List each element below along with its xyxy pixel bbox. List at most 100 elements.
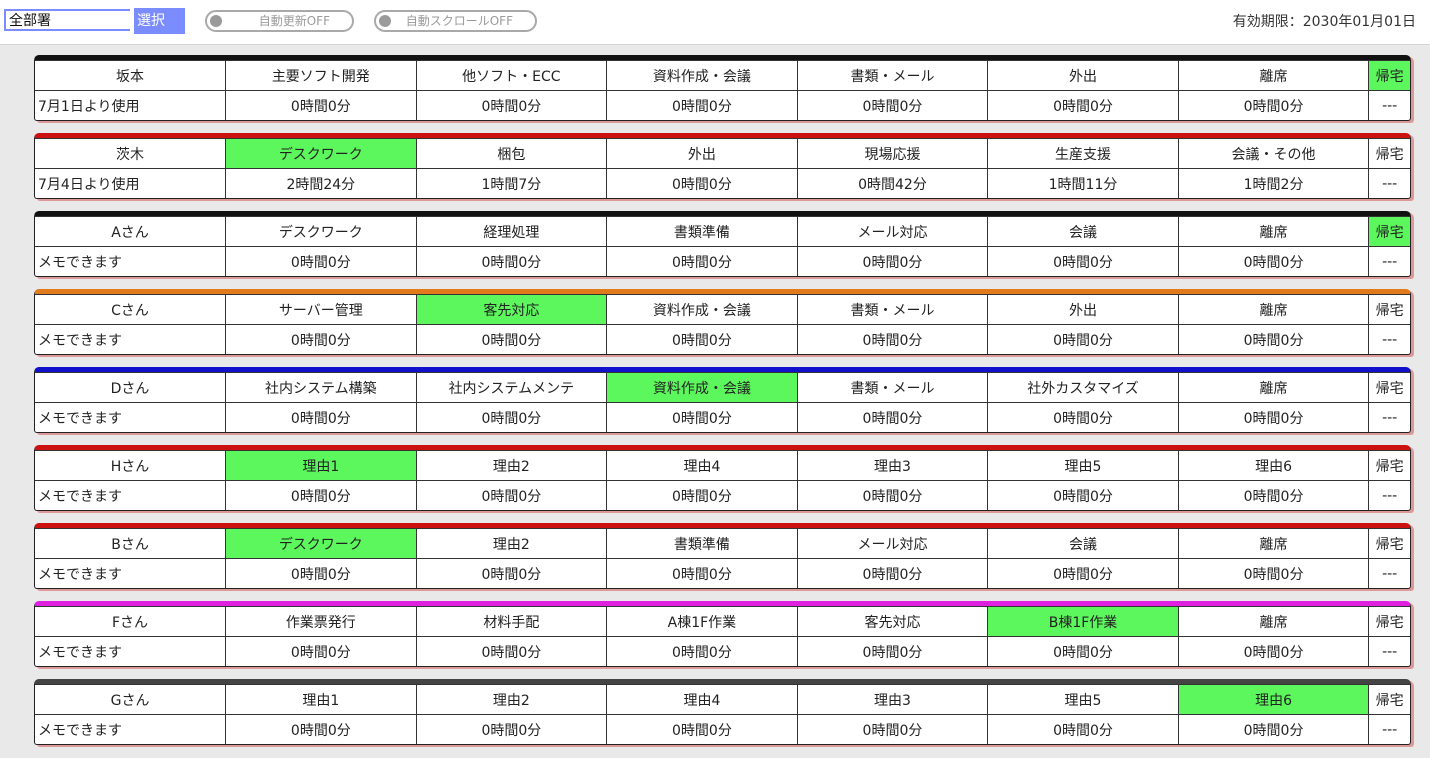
- reason-button[interactable]: 会議・その他: [1177, 137, 1370, 170]
- reason-button[interactable]: 理由6: [1177, 683, 1370, 716]
- employee-memo[interactable]: 7月4日より使用: [35, 168, 227, 198]
- auto-update-toggle[interactable]: 自動更新OFF: [205, 10, 354, 32]
- reason-button[interactable]: サーバー管理: [225, 293, 417, 326]
- go-home-value: ---: [1368, 324, 1410, 354]
- reason-button[interactable]: 社内システムメンテ: [415, 371, 608, 404]
- reason-button[interactable]: 資料作成・会議: [606, 371, 798, 404]
- reason-button[interactable]: A棟1F作業: [606, 605, 798, 638]
- reason-button[interactable]: デスクワーク: [225, 527, 417, 560]
- reason-button[interactable]: 客先対応: [796, 605, 989, 638]
- employee-memo[interactable]: メモできます: [35, 714, 227, 744]
- reason-button[interactable]: 会議: [987, 527, 1179, 560]
- reason-button[interactable]: 理由5: [987, 683, 1179, 716]
- employee-name: Dさん: [35, 371, 227, 404]
- employee-memo[interactable]: メモできます: [35, 558, 227, 588]
- go-home-button[interactable]: 帰宅: [1368, 527, 1410, 560]
- reason-button[interactable]: デスクワーク: [225, 215, 417, 248]
- reason-button[interactable]: 会議: [987, 215, 1179, 248]
- department-input[interactable]: [4, 9, 130, 31]
- reason-button[interactable]: 理由2: [415, 683, 608, 716]
- reason-button[interactable]: 離席: [1177, 527, 1370, 560]
- reason-button[interactable]: 外出: [987, 59, 1179, 92]
- employee-memo[interactable]: メモできます: [35, 246, 227, 276]
- reason-button[interactable]: 社内システム構築: [225, 371, 417, 404]
- reason-button[interactable]: 書類準備: [606, 215, 798, 248]
- reason-button[interactable]: 書類・メール: [796, 293, 989, 326]
- reason-button[interactable]: 理由3: [796, 683, 989, 716]
- reason-button[interactable]: 外出: [987, 293, 1179, 326]
- reason-button[interactable]: 理由4: [606, 449, 798, 482]
- reason-time: 2時間24分: [225, 168, 417, 198]
- auto-update-label: 自動更新OFF: [258, 14, 330, 28]
- go-home-button[interactable]: 帰宅: [1368, 293, 1410, 326]
- reason-button[interactable]: 離席: [1177, 605, 1370, 638]
- reason-button[interactable]: 主要ソフト開発: [225, 59, 417, 92]
- reason-button[interactable]: 書類準備: [606, 527, 798, 560]
- reason-time: 0時間0分: [987, 246, 1179, 276]
- reason-button[interactable]: B棟1F作業: [987, 605, 1179, 638]
- reason-time: 0時間0分: [987, 558, 1179, 588]
- employee-memo[interactable]: メモできます: [35, 480, 227, 510]
- reason-time: 0時間0分: [987, 480, 1179, 510]
- reason-button[interactable]: 離席: [1177, 371, 1370, 404]
- reason-button[interactable]: 経理処理: [415, 215, 608, 248]
- reason-button[interactable]: 生産支援: [987, 137, 1179, 170]
- employee-memo[interactable]: メモできます: [35, 324, 227, 354]
- reason-button[interactable]: 他ソフト・ECC: [415, 59, 608, 92]
- reason-button[interactable]: デスクワーク: [225, 137, 417, 170]
- reason-button[interactable]: メール対応: [796, 215, 989, 248]
- reason-button[interactable]: 書類・メール: [796, 371, 989, 404]
- reason-time: 0時間0分: [796, 324, 989, 354]
- reason-time: 0時間0分: [225, 480, 417, 510]
- reason-button[interactable]: 理由2: [415, 449, 608, 482]
- employee-panel: Aさん デスクワーク 経理処理 書類準備 メール対応 会議 離席 帰宅メモできます 0時間0分 0…: [34, 211, 1411, 277]
- go-home-value: ---: [1368, 168, 1410, 198]
- reason-button[interactable]: 現場応援: [796, 137, 989, 170]
- reason-button[interactable]: 客先対応: [415, 293, 608, 326]
- employee-name: Aさん: [35, 215, 227, 248]
- employee-memo[interactable]: 7月1日より使用: [35, 90, 227, 120]
- go-home-button[interactable]: 帰宅: [1368, 683, 1410, 716]
- reason-time: 0時間0分: [415, 246, 608, 276]
- reason-time: 0時間0分: [796, 714, 989, 744]
- reason-button[interactable]: 資料作成・会議: [606, 59, 798, 92]
- go-home-button[interactable]: 帰宅: [1368, 215, 1410, 248]
- reason-button[interactable]: 資料作成・会議: [606, 293, 798, 326]
- reason-button[interactable]: 離席: [1177, 215, 1370, 248]
- employee-memo[interactable]: メモできます: [35, 402, 227, 432]
- employee-name: Fさん: [35, 605, 227, 638]
- reason-button[interactable]: メール対応: [796, 527, 989, 560]
- reason-button[interactable]: 作業票発行: [225, 605, 417, 638]
- reason-button[interactable]: 理由4: [606, 683, 798, 716]
- go-home-button[interactable]: 帰宅: [1368, 371, 1410, 404]
- top-toolbar: 選択 自動更新OFF 自動スクロールOFF 有効期限：2030年01月01日: [0, 0, 1430, 45]
- select-button[interactable]: 選択: [134, 8, 185, 34]
- reason-button[interactable]: 理由6: [1177, 449, 1370, 482]
- employee-name: Cさん: [35, 293, 227, 326]
- reason-button[interactable]: 理由3: [796, 449, 989, 482]
- reason-button[interactable]: 理由1: [225, 683, 417, 716]
- reason-button[interactable]: 理由1: [225, 449, 417, 482]
- reason-button[interactable]: 梱包: [415, 137, 608, 170]
- reason-time: 0時間0分: [225, 324, 417, 354]
- go-home-button[interactable]: 帰宅: [1368, 59, 1410, 92]
- reason-button[interactable]: 離席: [1177, 59, 1370, 92]
- reason-button[interactable]: 材料手配: [415, 605, 608, 638]
- reason-button[interactable]: 理由5: [987, 449, 1179, 482]
- go-home-button[interactable]: 帰宅: [1368, 605, 1410, 638]
- reason-button[interactable]: 書類・メール: [796, 59, 989, 92]
- reason-button[interactable]: 離席: [1177, 293, 1370, 326]
- reason-button[interactable]: 外出: [606, 137, 798, 170]
- go-home-button[interactable]: 帰宅: [1368, 137, 1410, 170]
- auto-scroll-toggle[interactable]: 自動スクロールOFF: [374, 10, 537, 32]
- employee-memo[interactable]: メモできます: [35, 636, 227, 666]
- reason-time: 0時間0分: [415, 636, 608, 666]
- reason-button[interactable]: 社外カスタマイズ: [987, 371, 1179, 404]
- reason-time: 0時間0分: [796, 90, 989, 120]
- go-home-button[interactable]: 帰宅: [1368, 449, 1410, 482]
- reason-time: 1時間11分: [987, 168, 1179, 198]
- reason-button[interactable]: 理由2: [415, 527, 608, 560]
- reason-time: 0時間0分: [606, 324, 798, 354]
- employee-panel: 坂本 主要ソフト開発 他ソフト・ECC 資料作成・会議 書類・メール 外出 離席 帰宅 7月1日…: [34, 55, 1411, 121]
- reason-time: 0時間0分: [225, 558, 417, 588]
